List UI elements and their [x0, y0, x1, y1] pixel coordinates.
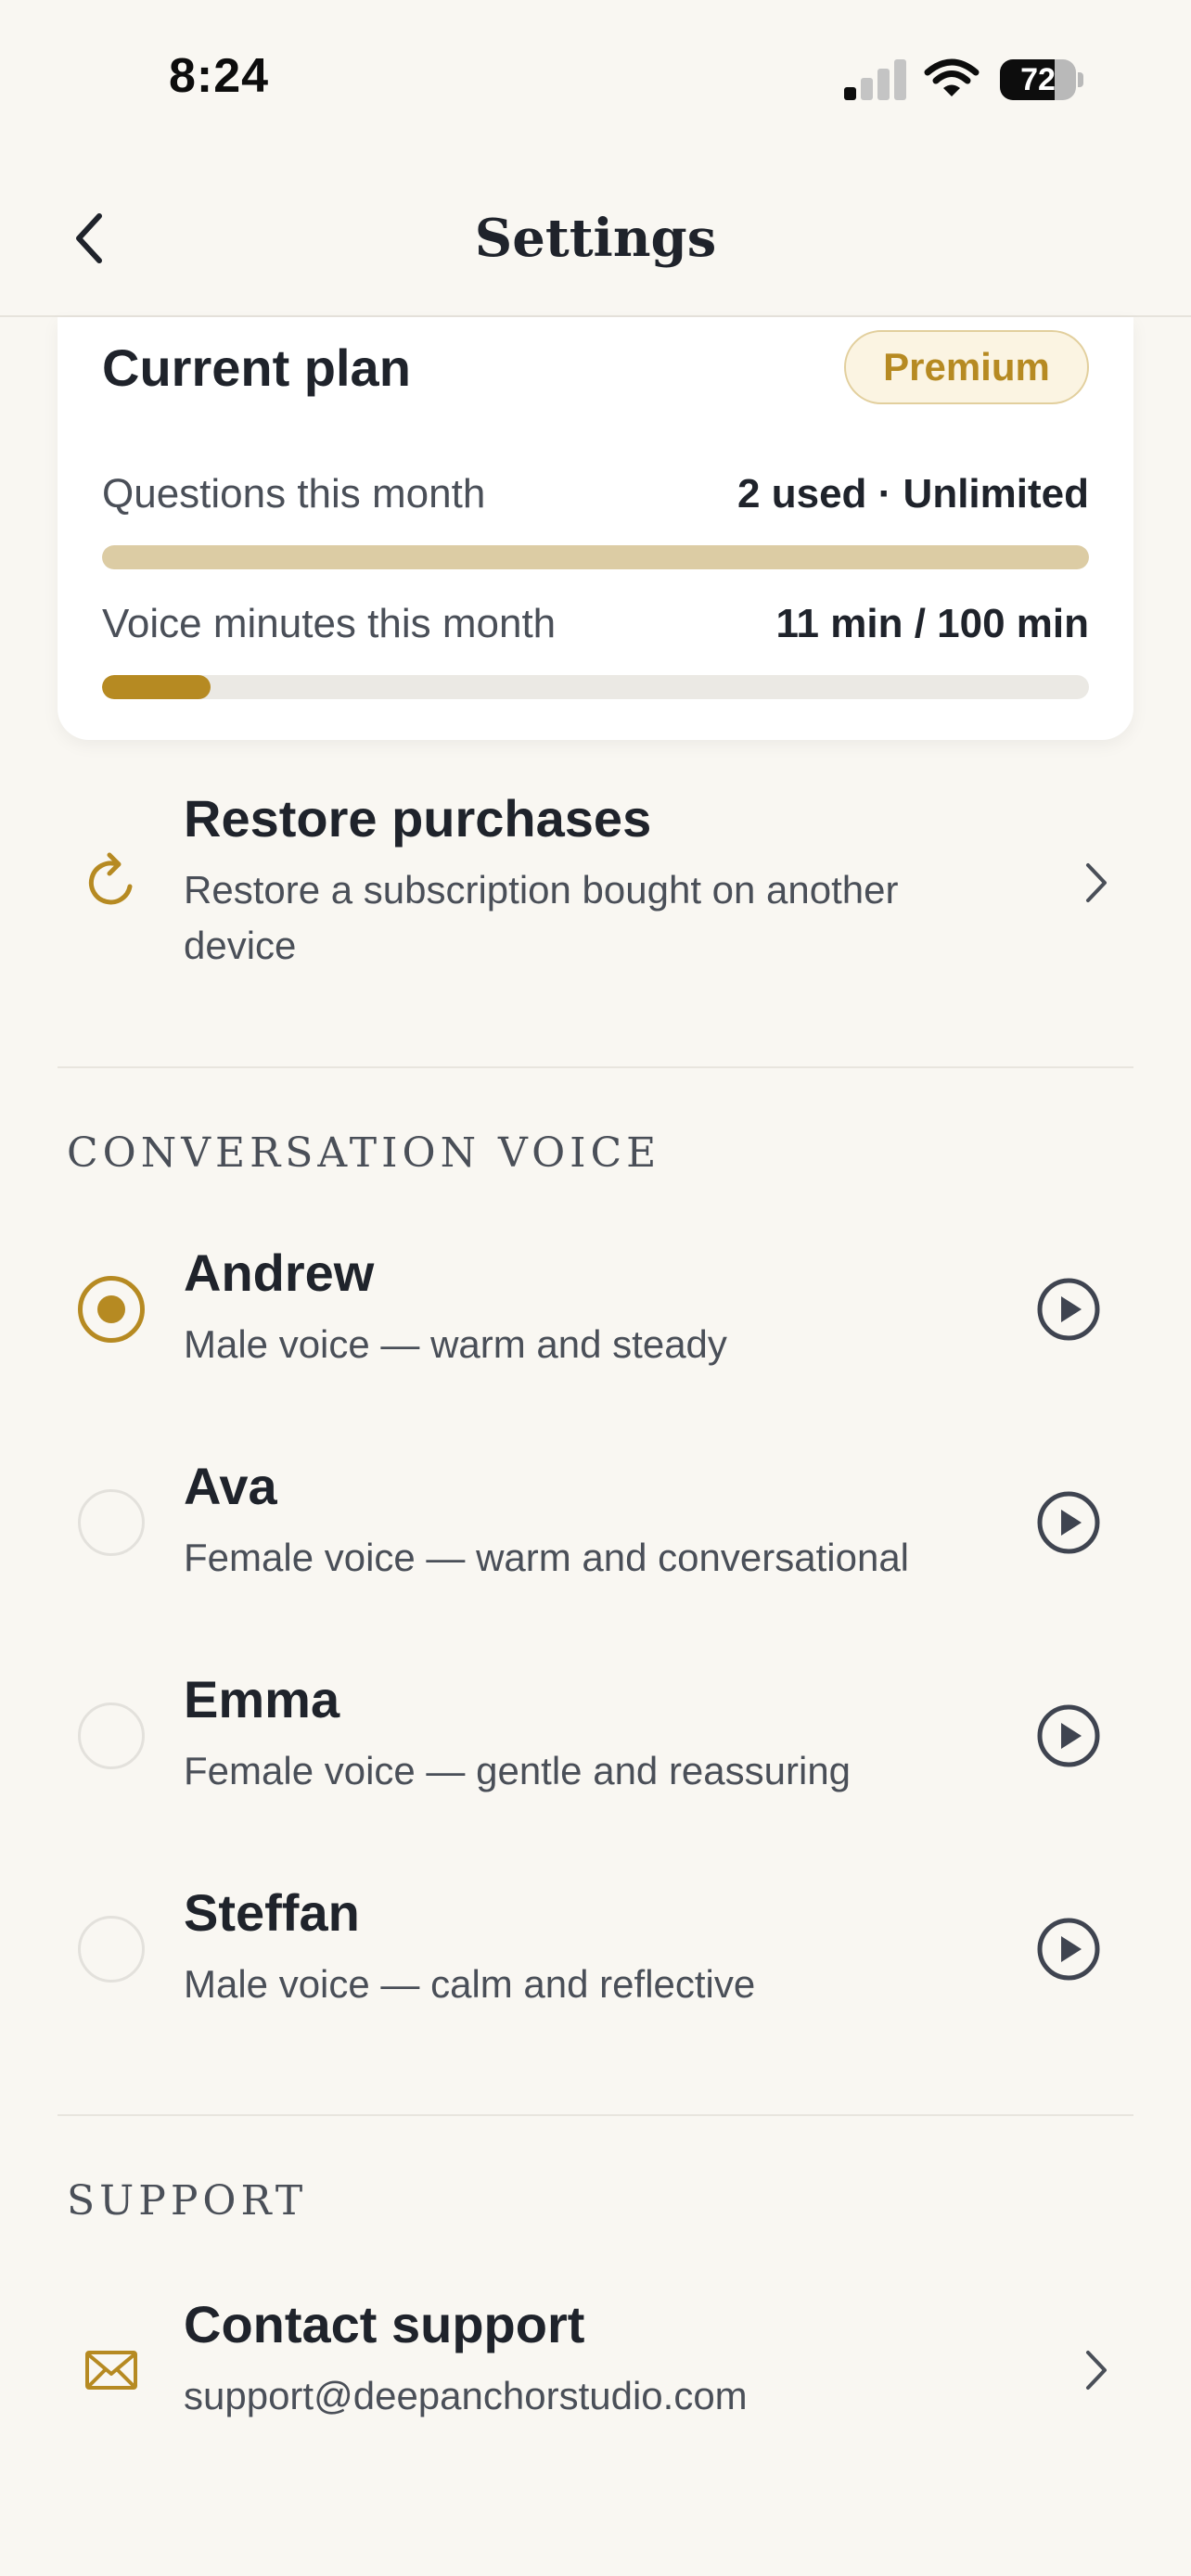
- play-preview-button[interactable]: [1035, 1916, 1102, 1983]
- voice-radio-emma[interactable]: [78, 1702, 145, 1769]
- questions-progress-fill: [102, 545, 1089, 569]
- voice-option-steffan[interactable]: Steffan Male voice — calm and reflective: [0, 1882, 1191, 2068]
- mail-icon: [78, 2337, 145, 2404]
- restore-purchases-row[interactable]: Restore purchases Restore a subscription…: [0, 784, 1191, 1007]
- support-email: support@deepanchorstudio.com: [184, 2374, 748, 2417]
- play-preview-button[interactable]: [1035, 1702, 1102, 1769]
- voice-radio-steffan[interactable]: [78, 1916, 145, 1983]
- cellular-signal-icon: [844, 59, 906, 100]
- conversation-voice-header: CONVERSATION VOICE: [67, 1129, 661, 1177]
- questions-value: 2 used · Unlimited: [737, 471, 1089, 516]
- play-preview-button[interactable]: [1035, 1489, 1102, 1556]
- battery-percent: 72: [1020, 62, 1056, 97]
- questions-label: Questions this month: [102, 471, 486, 516]
- status-bar: 8:24 72: [0, 0, 1191, 158]
- page-title: Settings: [474, 208, 717, 269]
- voice-description: Male voice — warm and steady: [184, 1322, 727, 1366]
- navigation-bar: Settings: [0, 158, 1191, 317]
- wifi-icon: [924, 58, 980, 96]
- premium-badge: Premium: [844, 330, 1089, 404]
- voice-description: Female voice — gentle and reassuring: [184, 1749, 852, 1792]
- restore-purchases-subtitle: Restore a subscription bought on another…: [184, 868, 899, 967]
- questions-progress-bar: [102, 545, 1089, 569]
- voice-name: Emma: [184, 1670, 340, 1728]
- divider: [58, 2114, 1133, 2116]
- chevron-right-icon: [1076, 2342, 1117, 2398]
- divider: [58, 1066, 1133, 1068]
- status-time: 8:24: [169, 49, 270, 103]
- voice-name: Ava: [184, 1457, 277, 1515]
- current-plan-card: Current plan Premium Questions this mont…: [58, 317, 1133, 740]
- restore-purchases-title: Restore purchases: [184, 789, 652, 848]
- settings-screen: 8:24 72 Settings Current plan Premium Qu…: [0, 0, 1191, 2576]
- battery-icon: 72: [1000, 59, 1083, 100]
- voice-name: Andrew: [184, 1243, 375, 1302]
- voice-option-ava[interactable]: Ava Female voice — warm and conversation…: [0, 1456, 1191, 1641]
- refresh-icon: [78, 848, 145, 914]
- contact-support-row[interactable]: Contact support support@deepanchorstudio…: [0, 2294, 1191, 2461]
- voice-radio-ava[interactable]: [78, 1489, 145, 1556]
- voice-option-andrew[interactable]: Andrew Male voice — warm and steady: [0, 1243, 1191, 1428]
- voice-minutes-progress-bar: [102, 675, 1089, 699]
- play-preview-button[interactable]: [1035, 1276, 1102, 1343]
- voice-option-emma[interactable]: Emma Female voice — gentle and reassurin…: [0, 1669, 1191, 1855]
- voice-minutes-value: 11 min / 100 min: [775, 601, 1090, 646]
- voice-name: Steffan: [184, 1883, 360, 1942]
- plan-title: Current plan: [102, 338, 411, 397]
- chevron-right-icon: [1076, 855, 1117, 911]
- voice-minutes-progress-fill: [102, 675, 211, 699]
- voice-description: Female voice — warm and conversational: [184, 1536, 910, 1579]
- voice-radio-andrew[interactable]: [78, 1276, 145, 1343]
- support-header: SUPPORT: [67, 2177, 308, 2225]
- voice-minutes-label: Voice minutes this month: [102, 601, 557, 646]
- contact-support-title: Contact support: [184, 2295, 585, 2353]
- voice-description: Male voice — calm and reflective: [184, 1962, 756, 2006]
